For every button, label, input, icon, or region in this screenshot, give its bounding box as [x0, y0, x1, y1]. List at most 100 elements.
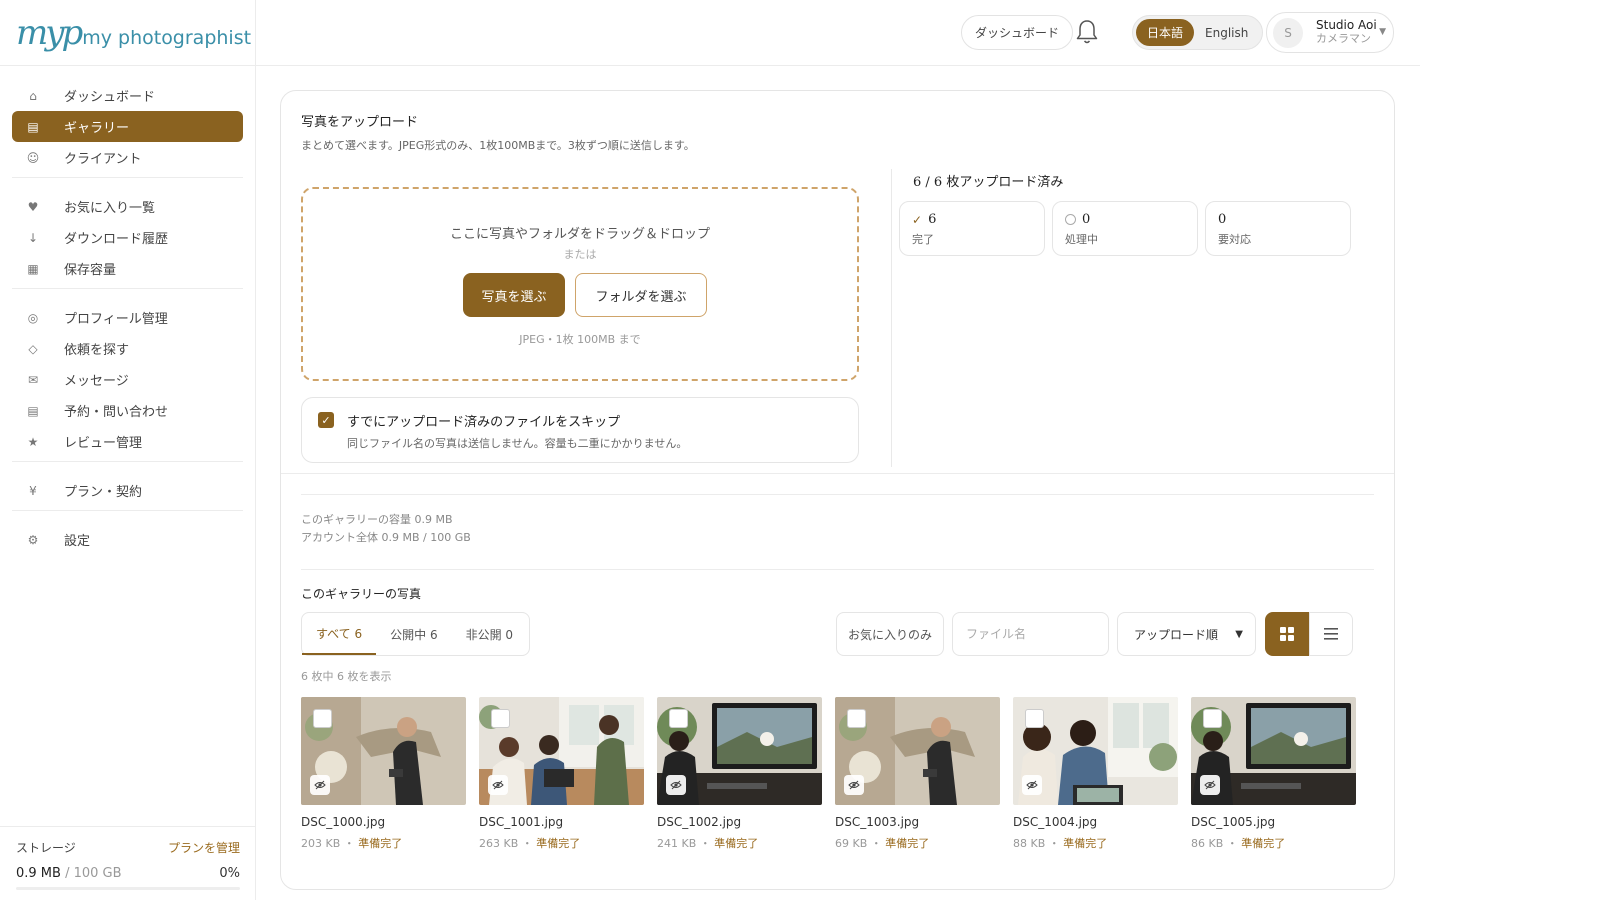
bell-icon[interactable]: [1074, 18, 1100, 46]
photo-thumbnail[interactable]: [479, 697, 644, 805]
circle-icon: [1065, 214, 1076, 225]
eye-off-icon[interactable]: [844, 775, 864, 795]
photo-meta: 86 KB ・ 準備完了: [1191, 835, 1356, 851]
eye-off-icon[interactable]: [488, 775, 508, 795]
photo-card[interactable]: DSC_1005.jpg 86 KB ・ 準備完了: [1191, 697, 1356, 851]
eye-off-icon[interactable]: [1200, 775, 1220, 795]
tab-public[interactable]: 公開中 6: [376, 613, 451, 655]
list-view-icon[interactable]: [1309, 612, 1353, 656]
photo-thumbnail[interactable]: [835, 697, 1000, 805]
sidebar-item[interactable]: ¥ プラン・契約: [12, 475, 243, 506]
photo-checkbox[interactable]: [1025, 709, 1044, 728]
nav-icon: ★: [27, 434, 39, 449]
tab-all[interactable]: すべて 6: [302, 613, 377, 655]
sidebar-item[interactable]: ▤ ギャラリー: [12, 111, 243, 142]
photo-status: 準備完了: [885, 837, 930, 850]
divider: [301, 569, 1374, 570]
sidebar-item[interactable]: ↓ ダウンロード履歴: [12, 222, 243, 253]
sidebar-item-label: 保存容量: [64, 263, 117, 278]
stat-processing: 0 処理中: [1052, 201, 1198, 256]
sidebar-item-label: 予約・問い合わせ: [64, 405, 169, 420]
photo-filename: DSC_1002.jpg: [657, 815, 742, 829]
manage-plan-link[interactable]: プランを管理: [168, 839, 240, 856]
stat-attention-label: 要対応: [1218, 233, 1251, 246]
sidebar-item[interactable]: ▦ 保存容量: [12, 253, 243, 284]
upload-title: 写真をアップロード: [301, 115, 419, 130]
dropzone-or: または: [563, 248, 597, 261]
divider: [301, 494, 1374, 495]
sidebar-item[interactable]: ✉ メッセージ: [12, 364, 243, 395]
sidebar-item-label: 設定: [64, 534, 91, 549]
photo-size: 203 KB: [301, 837, 341, 850]
eye-off-icon[interactable]: [310, 775, 330, 795]
photo-checkbox[interactable]: [491, 709, 510, 728]
photo-card[interactable]: DSC_1004.jpg 88 KB ・ 準備完了: [1013, 697, 1178, 851]
photo-checkbox[interactable]: [1203, 709, 1222, 728]
lang-en[interactable]: English: [1194, 19, 1259, 46]
sidebar-nav: ⌂ ダッシュボード ▤ ギャラリー ☺ クライアント ♥ お気に入り一覧 ↓ ダウンロード履歴 ▦ 保…: [0, 66, 255, 569]
sidebar-item[interactable]: ▤ 予約・問い合わせ: [12, 395, 243, 426]
logo-text: my photographist: [82, 26, 252, 49]
separator: ・: [518, 837, 537, 850]
sidebar-item[interactable]: ◇ 依頼を探す: [12, 333, 243, 364]
skip-checkbox[interactable]: ✓: [318, 412, 334, 428]
eye-off-icon[interactable]: [666, 775, 686, 795]
check-icon: ✓: [912, 212, 923, 227]
sidebar-item-label: ダッシュボード: [64, 90, 156, 105]
sidebar-item-label: ダウンロード履歴: [64, 232, 169, 247]
photo-card[interactable]: DSC_1000.jpg 203 KB ・ 準備完了: [301, 697, 466, 851]
photo-card[interactable]: DSC_1003.jpg 69 KB ・ 準備完了: [835, 697, 1000, 851]
photo-filename: DSC_1001.jpg: [479, 815, 564, 829]
storage-bar: [16, 887, 240, 890]
sidebar-item[interactable]: ⚙ 設定: [12, 524, 243, 555]
nav-icon: ✉: [27, 372, 39, 387]
photo-card[interactable]: DSC_1001.jpg 263 KB ・ 準備完了: [479, 697, 644, 851]
sidebar-item[interactable]: ♥ お気に入り一覧: [12, 191, 243, 222]
grid-view-icon[interactable]: [1265, 612, 1309, 656]
nav-icon: ¥: [29, 483, 37, 498]
filename-search-input[interactable]: [952, 612, 1109, 656]
sidebar-item[interactable]: ☺ クライアント: [12, 142, 243, 173]
lang-ja[interactable]: 日本語: [1136, 19, 1195, 46]
choose-folder-button[interactable]: フォルダを選ぶ: [575, 273, 707, 317]
photo-checkbox[interactable]: [847, 709, 866, 728]
photo-filename: DSC_1005.jpg: [1191, 815, 1276, 829]
separator: ・: [867, 837, 886, 850]
dropzone[interactable]: ここに写真やフォルダをドラッグ＆ドロップ または 写真を選ぶ フォルダを選ぶ J…: [301, 187, 859, 381]
photo-thumbnail[interactable]: [1013, 697, 1178, 805]
photo-filename: DSC_1000.jpg: [301, 815, 386, 829]
user-menu[interactable]: S Studio Aoi カメラマン ▼: [1266, 12, 1394, 53]
storage-percent: 0%: [219, 866, 240, 881]
sort-select[interactable]: アップロード順 ▼: [1117, 612, 1256, 656]
sidebar-item[interactable]: ⌂ ダッシュボード: [12, 80, 243, 111]
photo-status: 準備完了: [1063, 837, 1108, 850]
separator: ・: [1045, 837, 1064, 850]
sidebar: myp my photographist ⌂ ダッシュボード ▤ ギャラリー ☺ クライア…: [0, 0, 256, 900]
choose-photos-button[interactable]: 写真を選ぶ: [463, 273, 565, 317]
photo-thumbnail[interactable]: [301, 697, 466, 805]
photo-thumbnail[interactable]: [1191, 697, 1356, 805]
dashboard-button[interactable]: ダッシュボード: [961, 15, 1074, 50]
photo-thumbnail[interactable]: [657, 697, 822, 805]
sidebar-item[interactable]: ◎ プロフィール管理: [12, 302, 243, 333]
avatar: S: [1273, 17, 1303, 48]
photo-card[interactable]: DSC_1002.jpg 241 KB ・ 準備完了: [657, 697, 822, 851]
logo[interactable]: myp my photographist: [0, 0, 255, 66]
sidebar-item[interactable]: ★ レビュー管理: [12, 426, 243, 457]
progress-title: 6 / 6 枚アップロード済み: [913, 175, 1064, 190]
favorites-only-button[interactable]: お気に入りのみ: [836, 612, 944, 656]
gallery-capacity: このギャラリーの容量 0.9 MB: [301, 513, 453, 526]
sidebar-item-label: プロフィール管理: [64, 312, 168, 327]
sidebar-item-label: クライアント: [64, 152, 142, 167]
tab-private[interactable]: 非公開 0: [452, 613, 527, 655]
divider: [281, 473, 1394, 474]
photo-checkbox[interactable]: [313, 709, 332, 728]
photo-checkbox[interactable]: [669, 709, 688, 728]
nav-group: ♥ お気に入り一覧 ↓ ダウンロード履歴 ▦ 保存容量: [12, 187, 243, 289]
nav-icon: ▤: [27, 119, 39, 134]
nav-icon: ♥: [27, 199, 39, 214]
separator: ・: [340, 837, 359, 850]
eye-off-icon[interactable]: [1022, 775, 1042, 795]
logo-mark: myp: [16, 12, 83, 53]
